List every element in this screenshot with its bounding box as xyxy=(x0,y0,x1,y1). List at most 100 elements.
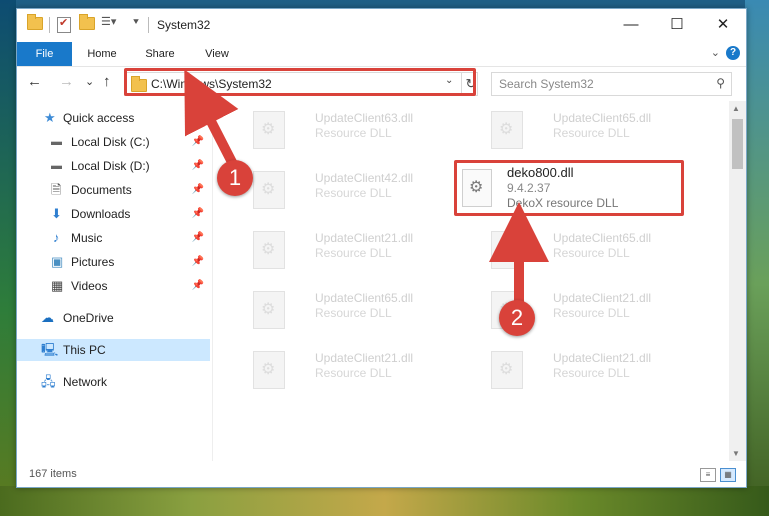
sidebar-item-label: Network xyxy=(63,375,108,389)
file-version: 9.4.2.37 xyxy=(507,181,551,195)
file-name: UpdateClient21.dll xyxy=(553,351,652,365)
desktop-wallpaper-left xyxy=(0,0,16,516)
sidebar-item-label: Documents xyxy=(71,183,132,197)
tab-share[interactable]: Share xyxy=(135,42,185,66)
chevron-down-icon[interactable]: ⌄ xyxy=(711,46,720,59)
navigation-pane: ★ Quick access ▬ Local Disk (C:) 📌 ▬ Loc… xyxy=(17,101,213,461)
file-item[interactable]: UpdateClient63.dll Resource DLL xyxy=(243,103,463,157)
dll-file-icon xyxy=(462,169,492,207)
file-name: UpdateClient63.dll xyxy=(315,111,414,125)
address-bar[interactable]: C:\Windows\System32 ⌄ ↻ xyxy=(124,72,478,96)
file-item[interactable]: UpdateClient21.dll Resource DLL xyxy=(243,223,463,277)
ribbon-tabs: File Home Share View ⌄ ? xyxy=(17,42,746,67)
sidebar-item-documents[interactable]: 🗎 Documents 📌 xyxy=(17,179,210,201)
search-placeholder: Search System32 xyxy=(499,77,594,91)
scrollbar-thumb[interactable] xyxy=(732,119,743,169)
sidebar-item-onedrive[interactable]: ☁ OneDrive xyxy=(17,307,210,329)
file-item[interactable]: UpdateClient21.dll Resource DLL xyxy=(481,343,701,397)
file-description: Resource DLL xyxy=(553,126,630,140)
file-item[interactable]: UpdateClient42.dll Resource DLL xyxy=(243,163,463,217)
search-icon[interactable]: ⚲ xyxy=(716,76,725,90)
drive-icon: ▬ xyxy=(51,160,62,172)
network-icon: 🖧 xyxy=(41,374,56,389)
pin-icon[interactable]: 📌 xyxy=(192,251,204,273)
sidebar-item-pictures[interactable]: ▣ Pictures 📌 xyxy=(17,251,210,273)
help-icon[interactable]: ? xyxy=(726,46,740,60)
large-icons-view-icon[interactable]: ▦ xyxy=(720,468,736,482)
file-name: UpdateClient42.dll xyxy=(315,171,414,185)
pin-icon[interactable]: 📌 xyxy=(192,155,204,177)
vertical-scrollbar[interactable]: ▲ ▼ xyxy=(729,101,746,461)
pin-icon[interactable]: 📌 xyxy=(192,179,204,201)
new-folder-icon[interactable] xyxy=(79,14,95,30)
file-item[interactable]: UpdateClient65.dll Resource DLL xyxy=(481,103,701,157)
folder-icon xyxy=(131,76,147,92)
sidebar-item-network[interactable]: 🖧 Network xyxy=(17,371,210,393)
status-bar: 167 items ≡ ▦ xyxy=(17,464,746,486)
computer-icon: 🖳 xyxy=(41,342,59,357)
back-arrow-icon[interactable]: ← xyxy=(27,73,42,90)
divider xyxy=(49,17,50,33)
chevron-down-icon[interactable]: ⯆ xyxy=(132,17,140,28)
details-view-icon[interactable]: ≡ xyxy=(700,468,716,482)
forward-arrow-icon[interactable]: → xyxy=(59,73,74,90)
recent-locations-icon[interactable]: ⌄ xyxy=(85,75,94,88)
pin-icon[interactable]: 📌 xyxy=(192,275,204,297)
tab-view[interactable]: View xyxy=(192,42,242,66)
cloud-icon: ☁ xyxy=(41,310,54,325)
customize-toolbar-icon[interactable]: ☰▾ xyxy=(101,15,116,28)
download-icon: ⬇ xyxy=(51,206,62,221)
file-item[interactable]: UpdateClient21.dll Resource DLL xyxy=(243,343,463,397)
file-description: Resource DLL xyxy=(315,126,392,140)
highlighted-file-item[interactable]: deko800.dll 9.4.2.37 DekoX resource DLL xyxy=(454,160,684,216)
address-path[interactable]: C:\Windows\System32 xyxy=(151,77,272,91)
sidebar-item-label: Downloads xyxy=(71,207,131,221)
video-icon: ▦ xyxy=(51,278,64,293)
file-description: Resource DLL xyxy=(553,246,630,260)
up-arrow-icon[interactable]: ↑ xyxy=(103,73,111,90)
tab-home[interactable]: Home xyxy=(77,42,127,66)
dll-file-icon xyxy=(253,231,285,269)
file-name: UpdateClient65.dll xyxy=(315,291,414,305)
divider xyxy=(148,17,149,33)
star-icon: ★ xyxy=(44,110,56,125)
sidebar-item-label: This PC xyxy=(63,343,106,357)
refresh-icon[interactable]: ↻ xyxy=(461,73,480,95)
sidebar-item-label: Local Disk (D:) xyxy=(71,159,150,173)
maximize-button[interactable]: ☐ xyxy=(654,9,700,41)
sidebar-item-music[interactable]: ♪ Music 📌 xyxy=(17,227,210,249)
pin-icon[interactable]: 📌 xyxy=(192,227,204,249)
sidebar-item-local-disk-c[interactable]: ▬ Local Disk (C:) 📌 xyxy=(17,131,210,153)
sidebar-item-label: Music xyxy=(71,231,103,245)
sidebar-item-label: Videos xyxy=(71,279,108,293)
file-item[interactable]: UpdateClient65.dll Resource DLL xyxy=(243,283,463,337)
sidebar-item-downloads[interactable]: ⬇ Downloads 📌 xyxy=(17,203,210,225)
sidebar-item-videos[interactable]: ▦ Videos 📌 xyxy=(17,275,210,297)
chevron-down-icon[interactable]: ⌄ xyxy=(445,75,453,86)
sidebar-item-this-pc[interactable]: 🖳 This PC xyxy=(17,339,210,361)
minimize-button[interactable]: — xyxy=(608,9,654,41)
file-description: Resource DLL xyxy=(315,186,392,200)
sidebar-item-label: Pictures xyxy=(71,255,115,269)
tab-file[interactable]: File xyxy=(17,42,72,66)
sidebar-item-label: OneDrive xyxy=(63,311,114,325)
drive-icon: ▬ xyxy=(51,136,62,148)
desktop-wallpaper-right xyxy=(745,0,769,516)
item-count: 167 items xyxy=(29,468,77,480)
desktop-wallpaper-bottom xyxy=(0,486,769,516)
file-list: UpdateClient63.dll Resource DLL UpdateCl… xyxy=(213,101,729,461)
pin-icon[interactable]: 📌 xyxy=(192,131,204,153)
folder-icon xyxy=(27,14,43,30)
sidebar-item-quick-access[interactable]: ★ Quick access xyxy=(17,107,210,129)
scroll-up-icon[interactable]: ▲ xyxy=(732,104,740,113)
properties-icon[interactable] xyxy=(57,16,71,33)
file-description: Resource DLL xyxy=(315,306,392,320)
scroll-down-icon[interactable]: ▼ xyxy=(732,449,740,458)
search-input[interactable]: Search System32 ⚲ xyxy=(491,72,732,96)
file-name: deko800.dll xyxy=(507,165,574,180)
close-button[interactable]: ✕ xyxy=(700,9,746,41)
pin-icon[interactable]: 📌 xyxy=(192,203,204,225)
file-item[interactable]: UpdateClient65.dll Resource DLL xyxy=(481,223,701,277)
sidebar-item-local-disk-d[interactable]: ▬ Local Disk (D:) 📌 xyxy=(17,155,210,177)
file-description: Resource DLL xyxy=(553,366,630,380)
